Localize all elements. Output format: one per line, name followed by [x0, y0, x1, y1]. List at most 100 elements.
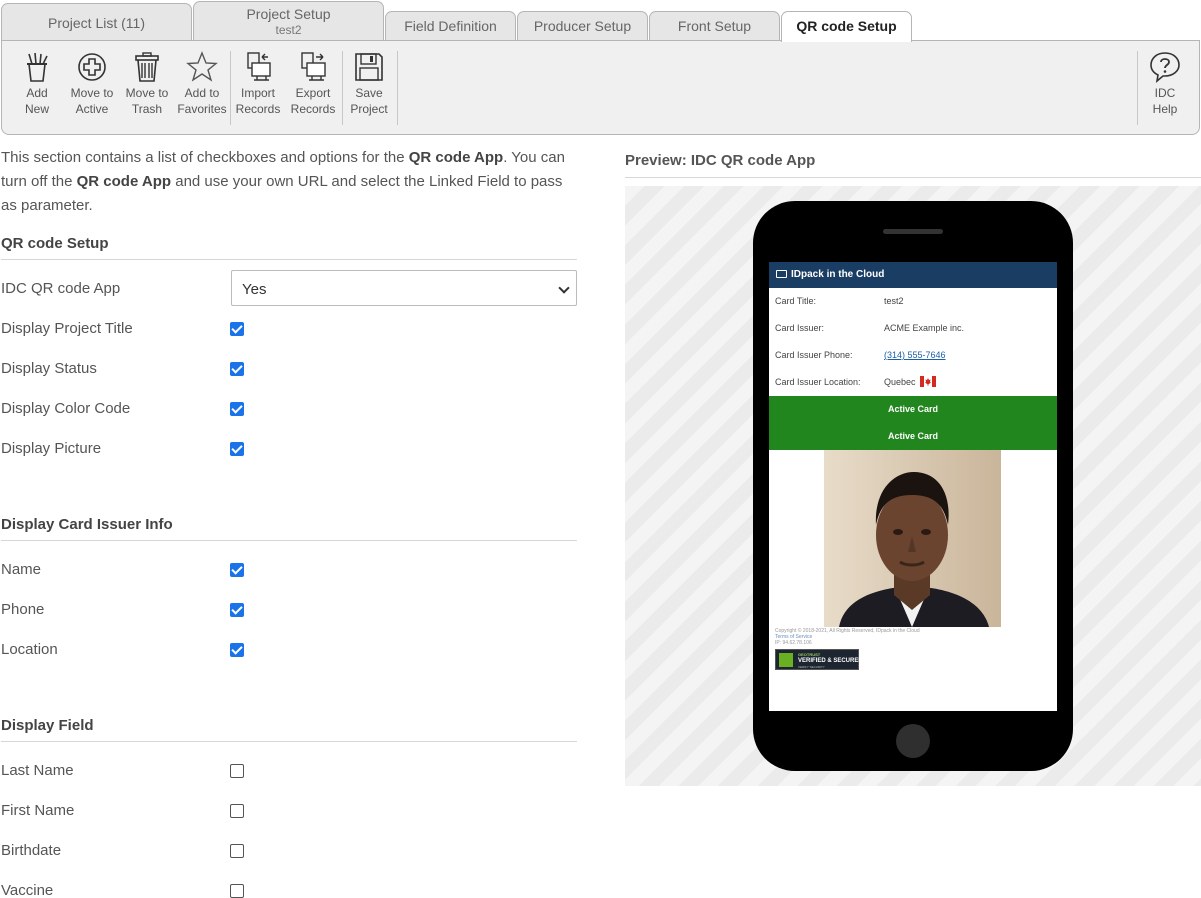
toolbar: Add New Move to Active Move to Trash Add… — [1, 40, 1200, 135]
button-label-line2: Trash — [131, 102, 163, 116]
tab-label: Project Setup — [246, 6, 331, 22]
display-status-checkbox[interactable] — [230, 362, 244, 376]
display-project-title-label: Display Project Title — [1, 320, 133, 337]
ip-text: IP: 94.62.78.106 — [775, 640, 812, 646]
first-name-checkbox[interactable] — [230, 804, 244, 818]
trash-icon — [135, 52, 159, 82]
export-records-button[interactable]: Export Records — [285, 51, 341, 117]
seal-brand: GEOTRUST — [798, 652, 821, 657]
save-project-button[interactable]: Save Project — [341, 51, 397, 117]
display-color-code-checkbox[interactable] — [230, 402, 244, 416]
phone-home-button — [896, 724, 930, 758]
section-title-display-field: Display Field — [1, 717, 577, 742]
floppy-disk-icon — [355, 53, 383, 81]
status-text: Active Card — [887, 431, 939, 441]
security-seal[interactable]: GEOTRUST VERIFIED & SECURED VERIFY SECUR… — [775, 649, 863, 670]
select-value: Yes — [242, 281, 267, 298]
canada-flag-icon — [920, 376, 937, 387]
idc-qr-app-select[interactable]: Yes — [231, 270, 577, 306]
card-issuer-phone-key: Card Issuer Phone: — [775, 350, 853, 360]
section-title-qr-setup: QR code Setup — [1, 235, 577, 260]
last-name-checkbox[interactable] — [230, 764, 244, 778]
add-to-favorites-button[interactable]: Add to Favorites — [174, 51, 230, 117]
card-issuer-location-key: Card Issuer Location: — [775, 377, 861, 387]
issuer-location-checkbox[interactable] — [230, 643, 244, 657]
vaccine-label: Vaccine — [1, 882, 54, 898]
issuer-phone-checkbox[interactable] — [230, 603, 244, 617]
add-new-button[interactable]: Add New — [9, 51, 65, 117]
plus-circle-icon — [78, 53, 106, 81]
tab-bar: Project List (11) Project Setup test2 Fi… — [0, 0, 1201, 42]
issuer-name-label: Name — [1, 561, 42, 578]
card-title-value: test2 — [884, 296, 904, 306]
seal-subtitle: VERIFY SECURITY — [798, 665, 825, 669]
button-label-line2: Active — [75, 102, 109, 116]
help-bubble-icon — [1150, 52, 1180, 83]
button-label-line1: Move to — [70, 86, 114, 100]
card-holder-photo — [824, 450, 1001, 627]
move-to-active-button[interactable]: Move to Active — [64, 51, 120, 117]
preview-title: Preview: IDC QR code App — [625, 152, 1201, 178]
button-label-line2: Help — [1152, 102, 1178, 116]
idc-help-button[interactable]: IDC Help — [1137, 51, 1193, 117]
button-label-line1: Import — [240, 86, 275, 100]
last-name-label: Last Name — [1, 762, 74, 779]
display-picture-checkbox[interactable] — [230, 442, 244, 456]
display-picture-label: Display Picture — [1, 440, 102, 457]
tab-label: Front Setup — [677, 18, 752, 34]
section-title-issuer-info: Display Card Issuer Info — [1, 516, 577, 541]
tab-field-definition[interactable]: Field Definition — [385, 11, 516, 41]
display-color-code-label: Display Color Code — [1, 400, 131, 417]
card-issuer-key: Card Issuer: — [775, 323, 825, 333]
card-issuer-phone-link[interactable]: (314) 555-7646 — [884, 350, 946, 360]
card-issuer-value: ACME Example inc. — [884, 323, 965, 333]
phone-speaker — [883, 229, 943, 234]
intro-bold: QR code App — [76, 173, 172, 190]
chevron-down-icon — [558, 282, 570, 294]
intro-text: This section contains a list of checkbox… — [1, 146, 577, 218]
intro-part: This section contains a list of checkbox… — [1, 149, 409, 166]
id-card-icon — [776, 270, 787, 278]
button-label-line1: Move to — [125, 86, 169, 100]
birthdate-checkbox[interactable] — [230, 844, 244, 858]
button-label-line2: Favorites — [177, 102, 227, 116]
pencil-cup-icon — [27, 52, 48, 82]
card-title-key: Card Title: — [775, 296, 817, 306]
status-banner: Active Card Active Card — [769, 396, 1057, 450]
button-label-line2: Records — [235, 102, 281, 116]
intro-bold: QR code App — [408, 149, 504, 166]
export-icon — [301, 52, 326, 81]
button-label-line1: IDC — [1154, 86, 1176, 100]
card-issuer-location-value: Quebec — [884, 377, 916, 387]
import-icon — [247, 52, 271, 81]
button-label-line1: Add — [26, 86, 48, 100]
tab-sublabel: test2 — [275, 23, 302, 37]
button-label-line1: Save — [355, 86, 383, 100]
issuer-phone-label: Phone — [1, 601, 45, 618]
issuer-name-checkbox[interactable] — [230, 563, 244, 577]
birthdate-label: Birthdate — [1, 842, 62, 859]
app-title: IDpack in the Cloud — [791, 269, 885, 280]
tab-producer-setup[interactable]: Producer Setup — [517, 11, 648, 41]
app-header: IDpack in the Cloud — [769, 262, 1057, 288]
move-to-trash-button[interactable]: Move to Trash — [119, 51, 175, 117]
button-label-line2: Project — [350, 102, 388, 116]
vaccine-checkbox[interactable] — [230, 884, 244, 898]
tab-project-setup[interactable]: Project Setup test2 — [193, 1, 384, 41]
button-label-line2: Records — [290, 102, 336, 116]
tab-label: Field Definition — [404, 18, 497, 34]
display-project-title-checkbox[interactable] — [230, 322, 244, 336]
phone-screen: IDpack in the Cloud Card Title: test2 Ca… — [769, 262, 1057, 711]
button-label-line1: Export — [295, 86, 331, 100]
tab-label: Producer Setup — [533, 18, 632, 34]
tab-label: QR code Setup — [796, 18, 897, 34]
import-records-button[interactable]: Import Records — [230, 51, 286, 117]
tab-qr-code-setup[interactable]: QR code Setup — [781, 11, 912, 42]
status-text: Active Card — [887, 404, 939, 414]
tab-front-setup[interactable]: Front Setup — [649, 11, 780, 41]
shield-icon — [779, 653, 793, 667]
button-label-line2: New — [24, 102, 49, 116]
tab-project-list[interactable]: Project List (11) — [1, 3, 192, 41]
toolbar-separator — [397, 51, 398, 125]
button-label-line1: Add to — [184, 86, 220, 100]
